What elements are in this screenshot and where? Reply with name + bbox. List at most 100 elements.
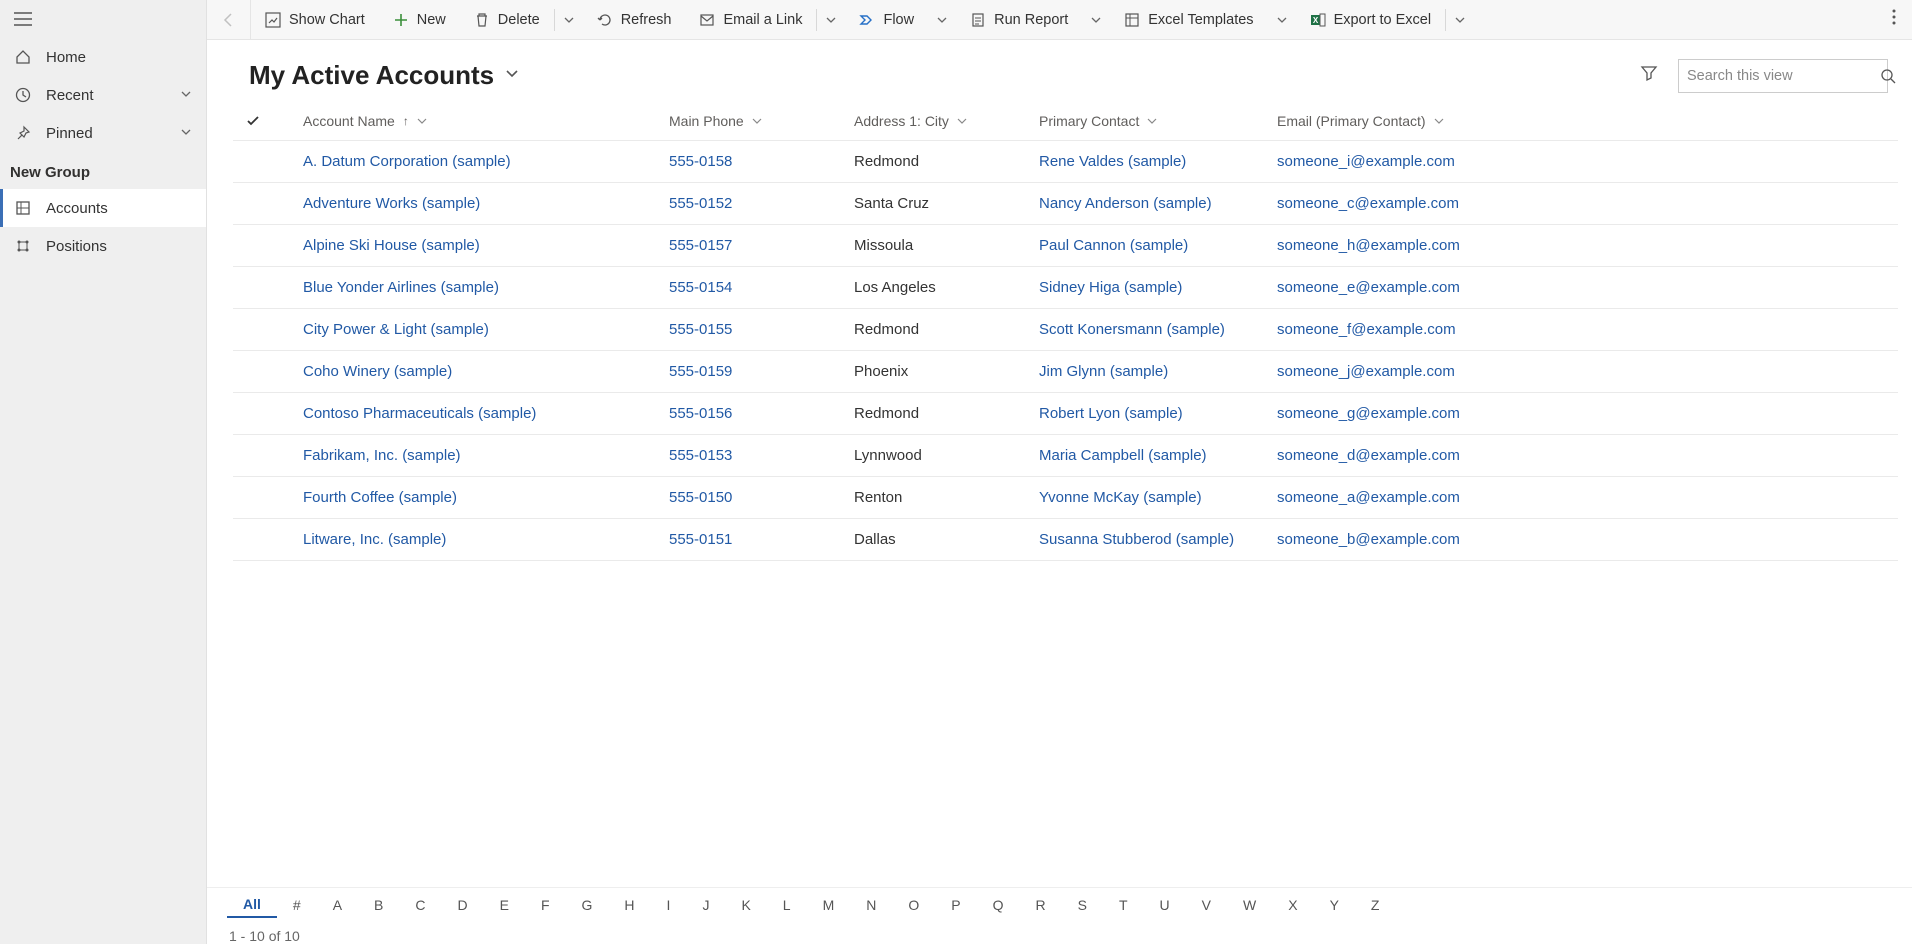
phone-link[interactable]: 555-0158: [669, 153, 732, 170]
delete-button[interactable]: Delete: [460, 0, 554, 39]
table-row[interactable]: Contoso Pharmaceuticals (sample) 555-015…: [233, 393, 1898, 435]
email-split[interactable]: [817, 0, 845, 39]
account-name-link[interactable]: City Power & Light (sample): [303, 321, 489, 338]
overflow-button[interactable]: [1882, 9, 1906, 30]
flow-button[interactable]: Flow: [845, 0, 928, 39]
contact-link[interactable]: Rene Valdes (sample): [1039, 153, 1186, 170]
contact-link[interactable]: Sidney Higa (sample): [1039, 279, 1182, 296]
email-link[interactable]: someone_e@example.com: [1277, 279, 1460, 296]
email-link[interactable]: someone_f@example.com: [1277, 321, 1456, 338]
column-header-phone[interactable]: Main Phone: [669, 113, 854, 129]
alpha-filter-i[interactable]: I: [651, 893, 687, 917]
alpha-filter-r[interactable]: R: [1020, 893, 1062, 917]
contact-link[interactable]: Robert Lyon (sample): [1039, 405, 1183, 422]
hamburger-button[interactable]: [0, 0, 206, 38]
account-name-link[interactable]: Alpine Ski House (sample): [303, 237, 480, 254]
alpha-filter-p[interactable]: P: [935, 893, 976, 917]
column-header-name[interactable]: Account Name ↑: [273, 113, 669, 129]
contact-link[interactable]: Susanna Stubberod (sample): [1039, 531, 1234, 548]
phone-link[interactable]: 555-0150: [669, 489, 732, 506]
alpha-filter-d[interactable]: D: [442, 893, 484, 917]
phone-link[interactable]: 555-0157: [669, 237, 732, 254]
account-name-link[interactable]: Litware, Inc. (sample): [303, 531, 446, 548]
email-link[interactable]: someone_g@example.com: [1277, 405, 1460, 422]
alpha-filter-y[interactable]: Y: [1314, 893, 1355, 917]
alpha-filter-w[interactable]: W: [1227, 893, 1272, 917]
email-link[interactable]: someone_i@example.com: [1277, 153, 1455, 170]
alpha-filter-u[interactable]: U: [1144, 893, 1186, 917]
flow-split[interactable]: [928, 0, 956, 39]
email-link[interactable]: someone_d@example.com: [1277, 447, 1460, 464]
column-header-city[interactable]: Address 1: City: [854, 113, 1039, 129]
account-name-link[interactable]: Adventure Works (sample): [303, 195, 480, 212]
alpha-filter-m[interactable]: M: [807, 893, 851, 917]
phone-link[interactable]: 555-0156: [669, 405, 732, 422]
refresh-button[interactable]: Refresh: [583, 0, 686, 39]
contact-link[interactable]: Nancy Anderson (sample): [1039, 195, 1212, 212]
alpha-filter-x[interactable]: X: [1272, 893, 1313, 917]
select-all-checkbox[interactable]: [233, 114, 273, 128]
phone-link[interactable]: 555-0153: [669, 447, 732, 464]
nav-positions[interactable]: Positions: [0, 227, 206, 265]
templates-split[interactable]: [1268, 0, 1296, 39]
nav-pinned[interactable]: Pinned: [0, 114, 206, 152]
alpha-filter-l[interactable]: L: [767, 893, 807, 917]
alpha-filter-z[interactable]: Z: [1355, 893, 1396, 917]
table-row[interactable]: City Power & Light (sample) 555-0155 Red…: [233, 309, 1898, 351]
alpha-filter-t[interactable]: T: [1103, 893, 1144, 917]
table-row[interactable]: Alpine Ski House (sample) 555-0157 Misso…: [233, 225, 1898, 267]
alpha-filter-s[interactable]: S: [1062, 893, 1103, 917]
phone-link[interactable]: 555-0159: [669, 363, 732, 380]
show-chart-button[interactable]: Show Chart: [251, 0, 379, 39]
report-split[interactable]: [1082, 0, 1110, 39]
phone-link[interactable]: 555-0155: [669, 321, 732, 338]
table-row[interactable]: Adventure Works (sample) 555-0152 Santa …: [233, 183, 1898, 225]
account-name-link[interactable]: Fourth Coffee (sample): [303, 489, 457, 506]
alpha-filter-j[interactable]: J: [686, 893, 725, 917]
alpha-filter-b[interactable]: B: [358, 893, 399, 917]
contact-link[interactable]: Maria Campbell (sample): [1039, 447, 1207, 464]
search-input[interactable]: [1687, 68, 1874, 84]
alpha-filter-q[interactable]: Q: [977, 893, 1020, 917]
account-name-link[interactable]: A. Datum Corporation (sample): [303, 153, 511, 170]
nav-recent[interactable]: Recent: [0, 76, 206, 114]
alpha-filter-k[interactable]: K: [725, 893, 766, 917]
back-button[interactable]: [207, 0, 251, 39]
excel-templates-button[interactable]: Excel Templates: [1110, 0, 1267, 39]
view-title-dropdown[interactable]: My Active Accounts: [249, 60, 520, 91]
account-name-link[interactable]: Blue Yonder Airlines (sample): [303, 279, 499, 296]
email-link[interactable]: someone_b@example.com: [1277, 531, 1460, 548]
table-row[interactable]: Blue Yonder Airlines (sample) 555-0154 L…: [233, 267, 1898, 309]
alpha-filter-f[interactable]: F: [525, 893, 566, 917]
table-row[interactable]: Litware, Inc. (sample) 555-0151 Dallas S…: [233, 519, 1898, 561]
email-link[interactable]: someone_h@example.com: [1277, 237, 1460, 254]
table-row[interactable]: A. Datum Corporation (sample) 555-0158 R…: [233, 141, 1898, 183]
column-header-contact[interactable]: Primary Contact: [1039, 113, 1277, 129]
email-link-button[interactable]: Email a Link: [685, 0, 816, 39]
contact-link[interactable]: Yvonne McKay (sample): [1039, 489, 1202, 506]
nav-home[interactable]: Home: [0, 38, 206, 76]
search-box[interactable]: [1678, 59, 1888, 93]
contact-link[interactable]: Scott Konersmann (sample): [1039, 321, 1225, 338]
table-row[interactable]: Coho Winery (sample) 555-0159 Phoenix Ji…: [233, 351, 1898, 393]
alpha-filter-g[interactable]: G: [566, 893, 609, 917]
run-report-button[interactable]: Run Report: [956, 0, 1082, 39]
email-link[interactable]: someone_c@example.com: [1277, 195, 1459, 212]
alpha-filter-#[interactable]: #: [277, 893, 317, 917]
new-button[interactable]: New: [379, 0, 460, 39]
alpha-filter-e[interactable]: E: [484, 893, 525, 917]
account-name-link[interactable]: Fabrikam, Inc. (sample): [303, 447, 461, 464]
phone-link[interactable]: 555-0154: [669, 279, 732, 296]
column-header-email[interactable]: Email (Primary Contact): [1277, 113, 1898, 129]
table-row[interactable]: Fourth Coffee (sample) 555-0150 Renton Y…: [233, 477, 1898, 519]
contact-link[interactable]: Jim Glynn (sample): [1039, 363, 1168, 380]
account-name-link[interactable]: Coho Winery (sample): [303, 363, 452, 380]
export-excel-button[interactable]: X Export to Excel: [1296, 0, 1446, 39]
email-link[interactable]: someone_j@example.com: [1277, 363, 1455, 380]
alpha-filter-h[interactable]: H: [608, 893, 650, 917]
export-split[interactable]: [1446, 0, 1474, 39]
filter-button[interactable]: [1634, 58, 1664, 93]
phone-link[interactable]: 555-0152: [669, 195, 732, 212]
alpha-filter-v[interactable]: V: [1186, 893, 1227, 917]
alpha-filter-a[interactable]: A: [317, 893, 358, 917]
